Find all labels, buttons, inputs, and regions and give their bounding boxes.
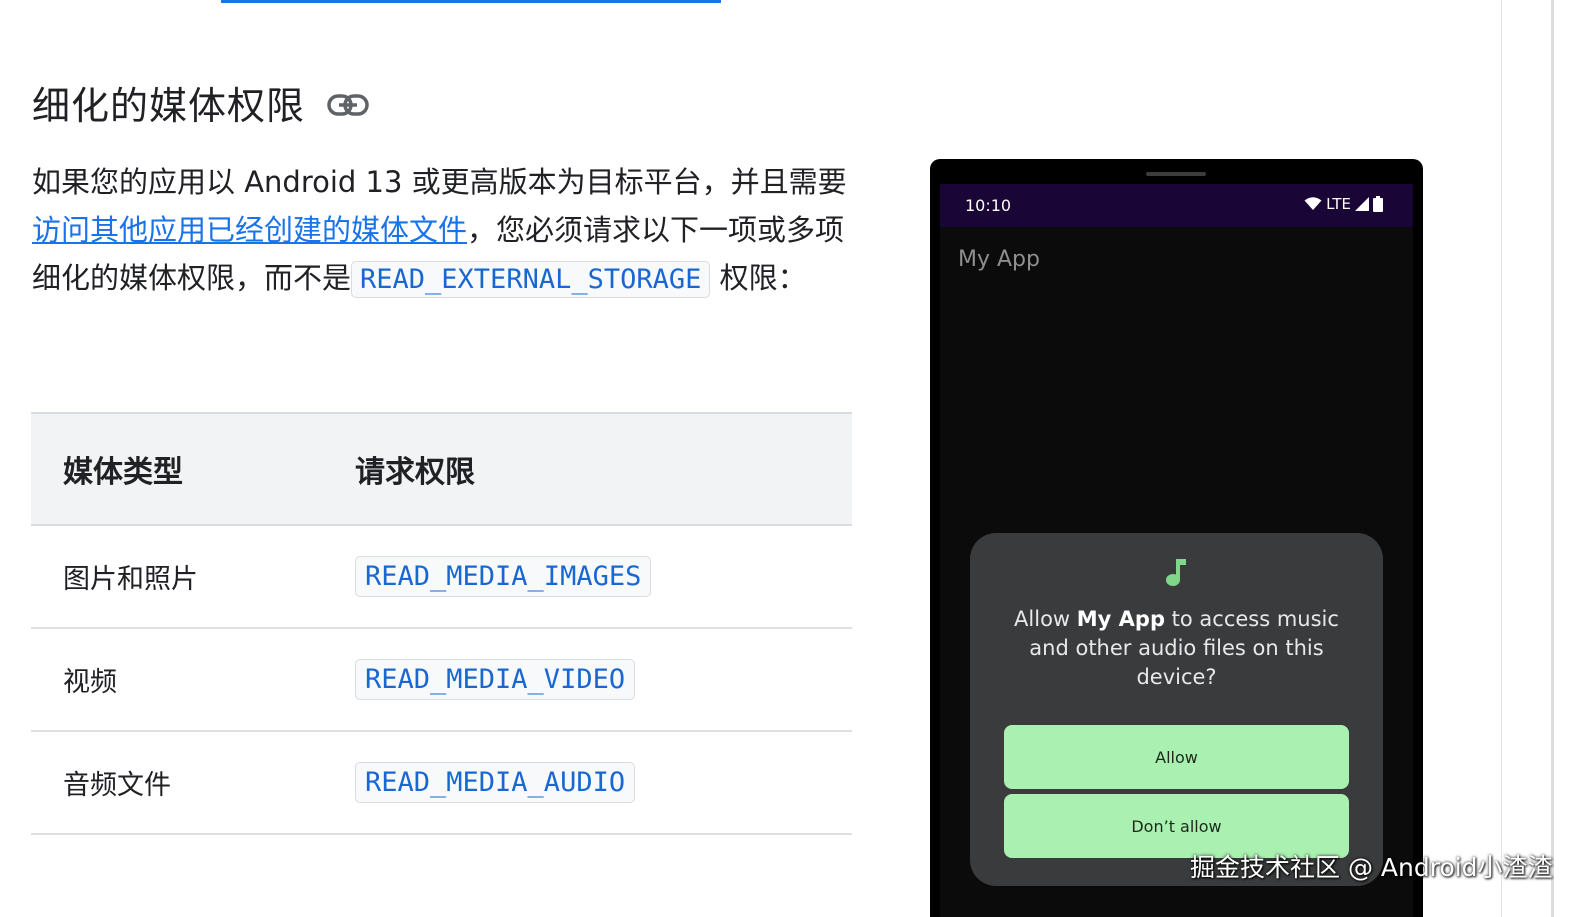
app-title: My App xyxy=(958,247,1040,272)
permissions-table: 媒体类型 请求权限 图片和照片 READ_MEDIA_IMAGES 视频 REA… xyxy=(31,412,852,835)
table-row: 图片和照片 READ_MEDIA_IMAGES xyxy=(31,525,852,629)
media-type-cell: 音频文件 xyxy=(31,731,355,835)
dialog-app-name: My App xyxy=(1076,607,1165,631)
allow-button[interactable]: Allow xyxy=(1004,725,1349,789)
dialog-message: Allow My App to access music and other a… xyxy=(998,605,1355,692)
header-media-type: 媒体类型 xyxy=(63,455,183,490)
phone-speaker xyxy=(1146,172,1206,176)
header-permission: 请求权限 xyxy=(355,455,475,490)
link-icon[interactable] xyxy=(327,92,369,118)
intro-text-3: 权限： xyxy=(710,261,807,295)
permission-cell: READ_MEDIA_AUDIO xyxy=(355,731,852,835)
signal-icon xyxy=(1355,197,1369,211)
status-time: 10:10 xyxy=(965,196,1012,215)
status-bar: 10:10 LTE xyxy=(940,184,1413,227)
active-tab-indicator xyxy=(221,0,721,3)
permission-cell: READ_MEDIA_IMAGES xyxy=(355,525,852,629)
table-row: 音频文件 READ_MEDIA_AUDIO xyxy=(31,731,852,835)
table-row: 视频 READ_MEDIA_VIDEO xyxy=(31,628,852,732)
media-type-cell: 视频 xyxy=(31,628,355,732)
content-divider xyxy=(1501,0,1502,917)
phone-mockup: 10:10 LTE My App Allow My App to access … xyxy=(930,159,1423,917)
scrollbar-track[interactable] xyxy=(1551,0,1554,917)
app-screen: My App Allow My App to access music and … xyxy=(940,227,1413,917)
section-title: 细化的媒体权限 xyxy=(32,83,306,128)
table-header-row: 媒体类型 请求权限 xyxy=(31,413,852,525)
network-type: LTE xyxy=(1326,195,1351,213)
dialog-msg-prefix: Allow xyxy=(1014,607,1077,631)
legacy-permission-code: READ_EXTERNAL_STORAGE xyxy=(351,261,711,298)
permission-code: READ_MEDIA_AUDIO xyxy=(355,762,636,803)
intro-text-1: 如果您的应用以 Android 13 或更高版本为目标平台，并且需要 xyxy=(32,165,847,199)
battery-icon xyxy=(1373,196,1383,212)
watermark: 掘金技术社区 @ Android小渣渣 xyxy=(1190,853,1553,882)
permission-dialog: Allow My App to access music and other a… xyxy=(970,533,1383,886)
intro-paragraph: 如果您的应用以 Android 13 或更高版本为目标平台，并且需要访问其他应用… xyxy=(32,158,862,304)
wifi-icon xyxy=(1304,197,1322,210)
permission-code: READ_MEDIA_VIDEO xyxy=(355,659,636,700)
music-note-icon xyxy=(1166,559,1186,586)
status-icons: LTE xyxy=(1304,195,1383,213)
section-heading: 细化的媒体权限 xyxy=(32,74,369,130)
media-type-cell: 图片和照片 xyxy=(31,525,355,629)
media-access-link[interactable]: 访问其他应用已经创建的媒体文件 xyxy=(32,213,467,247)
permission-code: READ_MEDIA_IMAGES xyxy=(355,556,652,597)
permission-cell: READ_MEDIA_VIDEO xyxy=(355,628,852,732)
